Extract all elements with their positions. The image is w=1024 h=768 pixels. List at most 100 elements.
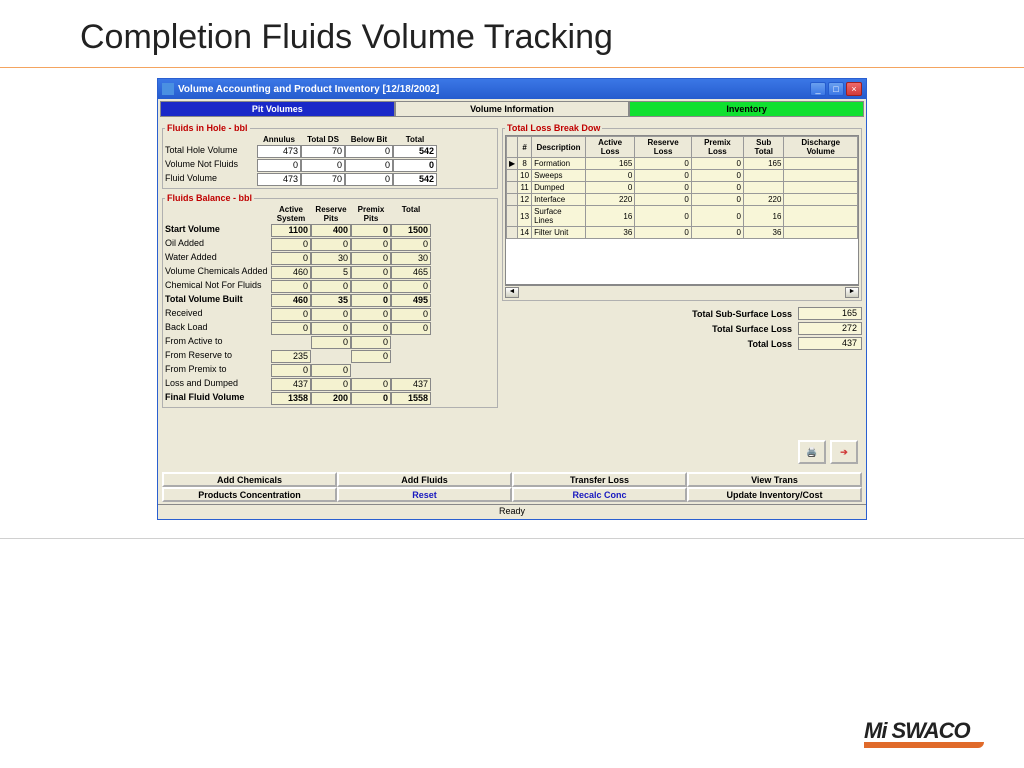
cell[interactable]: 14 [518,227,532,239]
cell[interactable]: 0 [391,322,431,335]
cell[interactable]: 0 [271,322,311,335]
cell[interactable] [784,182,858,194]
cell[interactable]: 16 [743,206,783,227]
cell[interactable]: 1100 [271,224,311,237]
cell[interactable]: 0 [351,378,391,391]
cell[interactable]: 0 [351,238,391,251]
cell[interactable]: 0 [691,170,743,182]
cell[interactable]: 0 [635,194,692,206]
recalc-conc-button[interactable]: Recalc Conc [512,487,687,502]
cell[interactable]: 0 [635,170,692,182]
horizontal-scrollbar[interactable]: ◄ ► [505,285,859,298]
cell[interactable]: 0 [311,280,351,293]
cell[interactable]: 0 [391,238,431,251]
cell[interactable] [784,158,858,170]
cell[interactable]: 0 [351,350,391,363]
cell[interactable]: 36 [743,227,783,239]
cell[interactable]: Sweeps [532,170,586,182]
cell[interactable]: 0 [585,182,634,194]
cell[interactable]: 0 [351,294,391,307]
cell[interactable]: 0 [635,158,692,170]
cell[interactable]: 0 [691,206,743,227]
cell[interactable]: 16 [585,206,634,227]
cell[interactable]: 0 [691,182,743,194]
cell[interactable]: Dumped [532,182,586,194]
cell[interactable] [743,182,783,194]
table-row[interactable]: 10Sweeps000 [507,170,858,182]
row-selector[interactable] [507,170,518,182]
cell[interactable]: 0 [351,322,391,335]
cell[interactable]: 8 [518,158,532,170]
table-row[interactable]: 11Dumped000 [507,182,858,194]
cell[interactable]: Filter Unit [532,227,586,239]
view-trans-button[interactable]: View Trans [687,472,862,487]
cell[interactable]: 0 [311,322,351,335]
transfer-loss-button[interactable]: Transfer Loss [512,472,687,487]
cell[interactable]: 460 [271,294,311,307]
cell[interactable]: 1500 [391,224,431,237]
cell[interactable]: 165 [743,158,783,170]
cell[interactable]: 473 [257,173,301,186]
table-row[interactable]: 12Interface22000220 [507,194,858,206]
table-row[interactable]: 13Surface Lines160016 [507,206,858,227]
maximize-button[interactable]: □ [828,82,844,96]
cell[interactable]: 235 [271,350,311,363]
table-row[interactable]: 14Filter Unit360036 [507,227,858,239]
cell[interactable]: 0 [301,159,345,172]
cell[interactable]: 0 [351,336,391,349]
cell[interactable]: 0 [351,252,391,265]
add-chemicals-button[interactable]: Add Chemicals [162,472,337,487]
cell[interactable]: 0 [351,224,391,237]
cell[interactable]: 36 [585,227,634,239]
cell[interactable]: 0 [635,227,692,239]
cell[interactable]: Surface Lines [532,206,586,227]
cell[interactable]: 437 [271,378,311,391]
cell[interactable]: 0 [391,308,431,321]
cell[interactable]: 465 [391,266,431,279]
cell[interactable]: 0 [311,308,351,321]
cell[interactable]: Interface [532,194,586,206]
exit-button[interactable]: ➔ [830,440,858,464]
cell[interactable]: 0 [311,378,351,391]
cell[interactable]: 0 [345,173,393,186]
row-selector[interactable]: ▶ [507,158,518,170]
cell[interactable] [784,227,858,239]
products-concentration-button[interactable]: Products Concentration [162,487,337,502]
cell[interactable]: 0 [311,238,351,251]
cell[interactable]: 13 [518,206,532,227]
cell[interactable]: 0 [345,159,393,172]
cell[interactable]: 460 [271,266,311,279]
minimize-button[interactable]: _ [810,82,826,96]
cell[interactable]: 10 [518,170,532,182]
cell[interactable]: 0 [351,280,391,293]
row-selector[interactable] [507,227,518,239]
cell[interactable]: 0 [311,364,351,377]
cell[interactable]: 0 [391,280,431,293]
table-row[interactable]: ▶8Formation16500165 [507,158,858,170]
cell[interactable]: 0 [351,308,391,321]
cell[interactable]: 1558 [391,392,431,405]
cell[interactable]: 0 [585,170,634,182]
cell[interactable]: 30 [391,252,431,265]
cell[interactable]: 0 [635,206,692,227]
cell[interactable]: 220 [585,194,634,206]
row-selector[interactable] [507,194,518,206]
cell[interactable]: 0 [635,182,692,194]
cell[interactable]: 0 [271,308,311,321]
row-selector[interactable] [507,182,518,194]
cell[interactable]: 0 [691,194,743,206]
scroll-right-icon[interactable]: ► [845,287,859,298]
cell[interactable]: 12 [518,194,532,206]
cell[interactable]: 220 [743,194,783,206]
tab-pit-volumes[interactable]: Pit Volumes [160,101,395,117]
tab-volume-information[interactable]: Volume Information [395,101,630,117]
cell[interactable]: 437 [391,378,431,391]
update-inventory-cost-button[interactable]: Update Inventory/Cost [687,487,862,502]
cell[interactable] [743,170,783,182]
cell[interactable]: 0 [271,238,311,251]
cell[interactable]: 495 [391,294,431,307]
cell[interactable]: 0 [271,364,311,377]
cell[interactable]: 0 [351,266,391,279]
scroll-left-icon[interactable]: ◄ [505,287,519,298]
cell[interactable]: 0 [271,252,311,265]
